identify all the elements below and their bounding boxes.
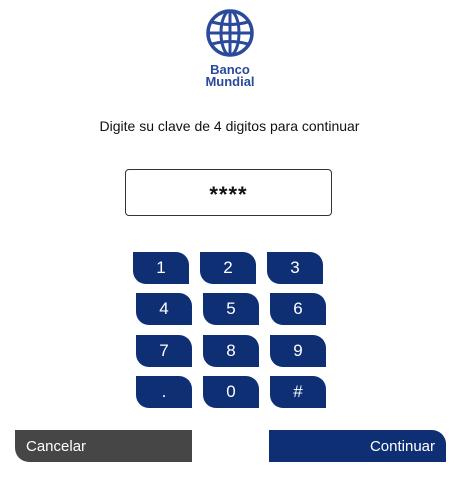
keypad-key-5[interactable]: 5 xyxy=(203,293,259,325)
continue-button[interactable]: Continuar xyxy=(269,430,446,462)
keypad-key-9[interactable]: 9 xyxy=(270,335,326,367)
keypad-key-hash[interactable]: # xyxy=(270,376,326,408)
keypad-key-4[interactable]: 4 xyxy=(136,293,192,325)
keypad-key-1[interactable]: 1 xyxy=(133,252,189,284)
keypad-key-2[interactable]: 2 xyxy=(200,252,256,284)
keypad-key-8[interactable]: 8 xyxy=(203,335,259,367)
pin-prompt: Digite su clave de 4 digitos para contin… xyxy=(99,118,360,134)
keypad-key-0[interactable]: 0 xyxy=(203,376,259,408)
bank-name-line2: Mundial xyxy=(205,74,255,89)
keypad-key-dot[interactable]: . xyxy=(136,376,192,408)
globe-icon xyxy=(206,9,254,57)
bank-name: Banco Mundial xyxy=(196,63,264,89)
cancel-button[interactable]: Cancelar xyxy=(15,430,192,462)
keypad-key-7[interactable]: 7 xyxy=(136,335,192,367)
keypad-key-3[interactable]: 3 xyxy=(267,252,323,284)
pin-input[interactable]: **** xyxy=(125,169,332,216)
keypad-key-6[interactable]: 6 xyxy=(270,293,326,325)
bank-logo: Banco Mundial xyxy=(196,6,264,90)
